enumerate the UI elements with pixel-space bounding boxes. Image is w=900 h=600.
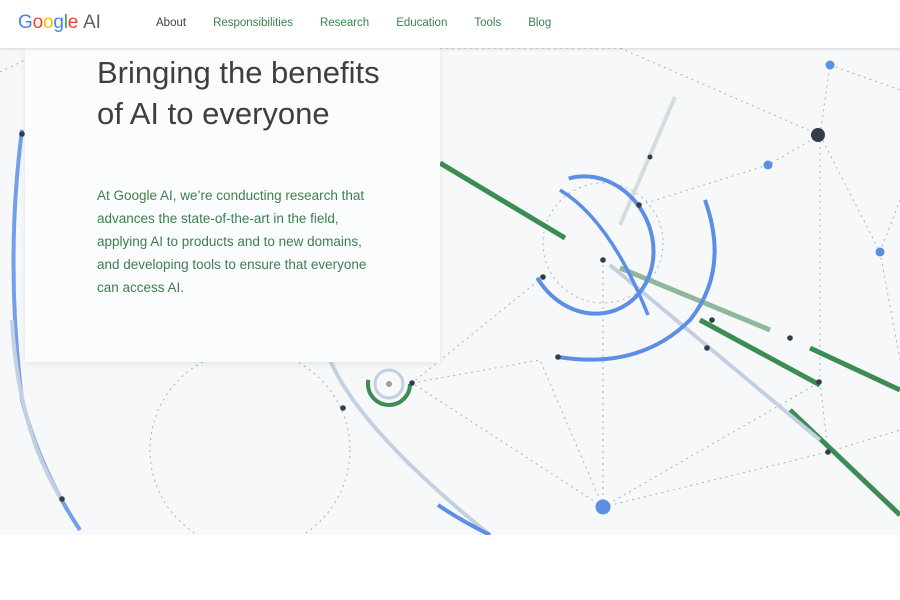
nav-education[interactable]: Education	[396, 17, 447, 29]
nav-responsibilities[interactable]: Responsibilities	[213, 17, 293, 29]
site-header: Google AI About Responsibilities Research…	[0, 0, 900, 48]
nav-tools[interactable]: Tools	[474, 17, 501, 29]
nav-blog[interactable]: Blog	[528, 17, 551, 29]
google-ai-logo[interactable]: Google AI	[18, 12, 101, 34]
nav-research[interactable]: Research	[320, 17, 369, 29]
hero-intro-card: Bringing the benefits of AI to everyone …	[25, 48, 440, 362]
page-below-hero	[0, 535, 900, 600]
hero-title: Bringing the benefits of AI to everyone	[97, 55, 380, 131]
main-nav: About Responsibilities Research Educatio…	[156, 17, 578, 29]
hero-description: At Google AI, we’re conducting research …	[97, 188, 367, 295]
nav-about[interactable]: About	[156, 17, 186, 29]
